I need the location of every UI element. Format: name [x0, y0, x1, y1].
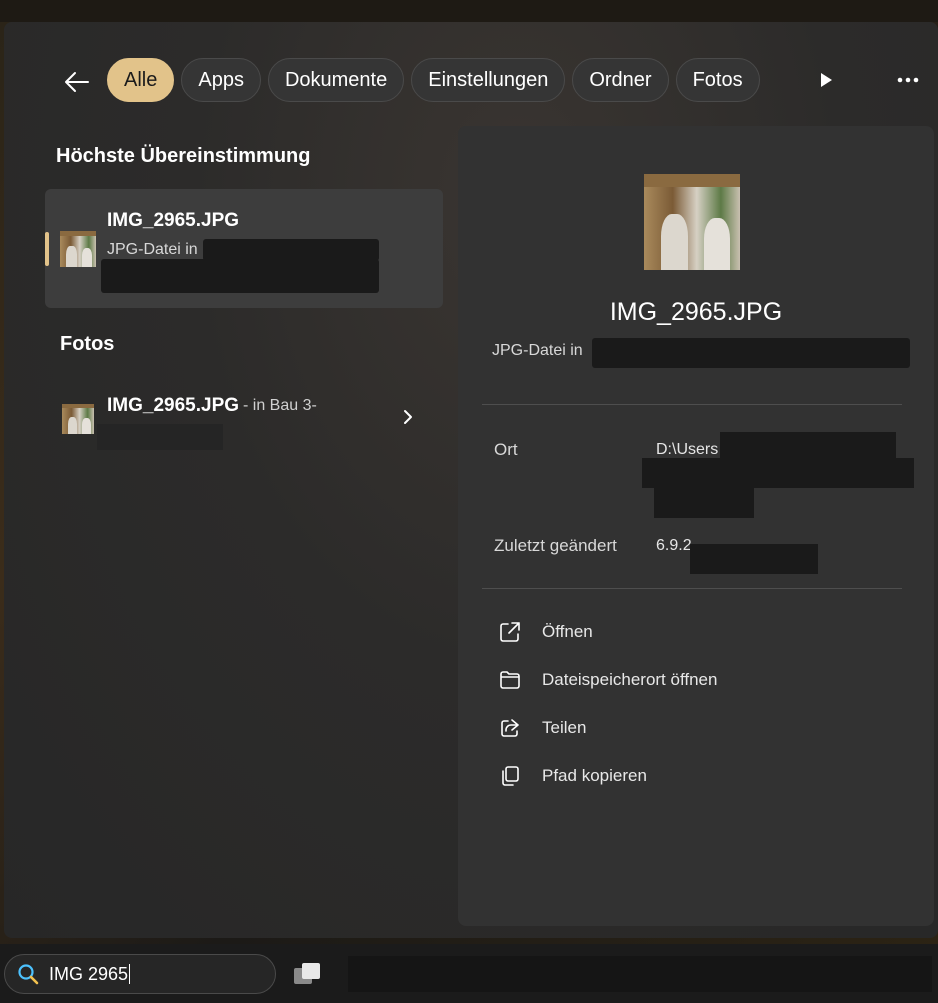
copy-path-action[interactable]: Pfad kopieren — [498, 760, 647, 792]
redacted-path — [101, 259, 379, 293]
redacted-date — [690, 544, 818, 574]
share-icon — [498, 716, 522, 740]
best-match-heading: Höchste Übereinstimmung — [56, 145, 311, 167]
selection-indicator — [45, 232, 49, 266]
photo-name: IMG_2965.JPG — [107, 395, 240, 416]
photo-result[interactable]: IMG_2965.JPG - in Bau 3- — [45, 380, 443, 450]
copy-path-label: Pfad kopieren — [542, 766, 647, 785]
file-thumbnail — [60, 231, 96, 267]
details-pane: IMG_2965.JPG JPG-Datei in Ort D:\Users Z… — [458, 126, 934, 926]
open-action[interactable]: Öffnen — [498, 616, 593, 648]
details-file-type: JPG-Datei in — [492, 342, 583, 359]
open-file-location-action[interactable]: Dateispeicherort öffnen — [498, 664, 717, 696]
ellipsis-icon — [897, 77, 919, 83]
photos-heading: Fotos — [60, 333, 115, 355]
chip-fotos[interactable]: Fotos — [675, 58, 760, 102]
search-query: IMG 2965 — [49, 963, 129, 984]
location-value[interactable]: D:\Users — [656, 441, 718, 459]
folder-icon — [498, 668, 522, 692]
location-label: Ort — [494, 440, 518, 459]
open-file-location-label: Dateispeicherort öffnen — [542, 670, 718, 689]
back-button[interactable] — [58, 64, 94, 100]
divider — [482, 404, 902, 405]
search-icon — [18, 964, 39, 985]
photo-location: - in Bau 3- — [243, 397, 317, 414]
open-action-label: Öffnen — [542, 622, 593, 641]
copy-icon — [498, 764, 522, 788]
photo-thumbnail — [62, 404, 94, 434]
divider — [482, 588, 902, 589]
redacted-path — [654, 488, 754, 518]
chip-apps[interactable]: Apps — [181, 58, 261, 102]
chevron-right-icon — [404, 410, 412, 424]
redacted-path — [592, 338, 910, 368]
more-filters-button[interactable] — [812, 66, 840, 94]
share-action-label: Teilen — [542, 718, 587, 737]
desktop-background — [0, 0, 938, 22]
filter-chips: Alle Apps Dokumente Einstellungen Ordner… — [107, 58, 760, 102]
best-match-name: IMG_2965.JPG — [107, 210, 240, 231]
details-file-name: IMG_2965.JPG — [609, 298, 783, 326]
chip-einstellungen[interactable]: Einstellungen — [411, 58, 566, 102]
more-options-button[interactable] — [892, 66, 924, 94]
modified-label: Zuletzt geändert — [494, 536, 617, 555]
task-view-icon — [294, 963, 320, 984]
task-view-button[interactable] — [292, 960, 322, 988]
chip-alle[interactable]: Alle — [107, 58, 175, 102]
play-icon — [821, 73, 832, 87]
redacted-path — [720, 432, 896, 458]
redacted-path — [642, 458, 914, 488]
chip-ordner[interactable]: Ordner — [572, 58, 669, 102]
modified-value: 6.9.2 — [656, 537, 692, 554]
text-caret — [129, 964, 131, 984]
preview-image[interactable] — [644, 174, 740, 270]
share-action[interactable]: Teilen — [498, 712, 586, 744]
chip-dokumente[interactable]: Dokumente — [267, 58, 405, 102]
redacted-path — [203, 239, 379, 261]
redacted-path — [97, 424, 223, 450]
best-match-result[interactable]: IMG_2965.JPG JPG-Datei in — [45, 189, 443, 308]
best-match-type: JPG-Datei in — [107, 241, 198, 258]
taskbar-search-box[interactable]: IMG 2965 — [4, 954, 276, 994]
open-external-icon — [498, 620, 522, 644]
arrow-left-icon — [65, 72, 89, 92]
redacted-taskbar — [348, 956, 932, 992]
